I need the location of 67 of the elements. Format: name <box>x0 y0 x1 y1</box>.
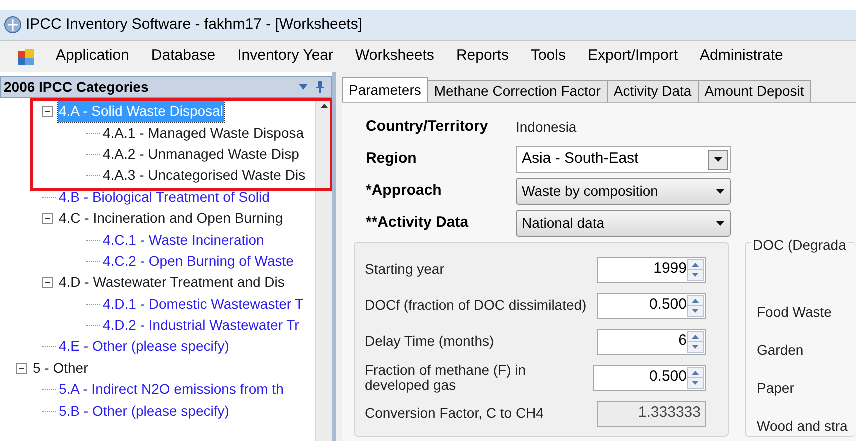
spinner-icon[interactable] <box>687 258 704 280</box>
app-menu-icon[interactable] <box>18 48 34 64</box>
group-item-label: Wood and stra <box>757 417 849 436</box>
tree-item[interactable]: 4.C.1 - Waste Incineration <box>102 230 266 251</box>
menu-item[interactable]: Tools <box>530 45 566 68</box>
group-item-label: Garden <box>757 341 805 360</box>
tree-item[interactable]: 4.A.1 - Managed Waste Disposa <box>102 122 306 144</box>
tree-item[interactable]: 4.A.3 - Uncategorised Waste Dis <box>102 165 307 186</box>
region-combo[interactable]: Asia - South-East <box>516 146 731 173</box>
spinner-icon[interactable] <box>687 366 704 388</box>
tree-item[interactable]: 4.A.2 - Unmanaged Waste Disp <box>102 144 300 165</box>
menu-item[interactable]: Export/Import <box>588 45 678 68</box>
menu-item[interactable]: Reports <box>456 45 509 68</box>
dropdown[interactable]: Waste by composition <box>516 178 731 205</box>
parameter-label: Conversion Factor, C to CH4 <box>365 406 545 421</box>
app-logo-icon <box>4 16 22 34</box>
tree-item[interactable]: 5.B - Other (please specify) <box>58 400 230 422</box>
field-label: Country/Territory <box>366 117 490 138</box>
parameter-label: Fraction of methane (F) in developed gas <box>365 362 528 392</box>
tree-item[interactable]: 5 - Other <box>32 358 90 379</box>
group-item-label: Food Waste <box>757 303 833 322</box>
tab[interactable]: Amount Deposit <box>698 80 812 102</box>
tab[interactable]: Activity Data <box>606 80 699 102</box>
field-label: **Activity Data <box>366 213 470 234</box>
scroll-up-icon[interactable] <box>320 104 328 108</box>
collapse-toggle[interactable] <box>42 277 53 288</box>
caret-icon <box>714 157 722 162</box>
tree-item[interactable]: 4.D.2 - Industrial Wastewater Tr <box>102 315 300 336</box>
menu-item[interactable]: Administrate <box>700 45 784 68</box>
number-field[interactable]: 1999 <box>596 256 706 282</box>
spinner-icon[interactable] <box>687 294 704 316</box>
parameter-label: Starting year <box>365 262 446 277</box>
scrollbar[interactable] <box>315 98 332 441</box>
number-field[interactable]: 0.500 <box>596 292 706 318</box>
caret-icon <box>716 221 725 226</box>
panel-title: 2006 IPCC Categories <box>4 78 149 97</box>
collapse-toggle[interactable] <box>42 213 53 224</box>
pin-icon[interactable] <box>316 81 324 93</box>
menu-item[interactable]: Database <box>151 45 216 68</box>
dropdown[interactable]: National data <box>516 210 731 237</box>
parameter-label: Delay Time (months) <box>365 334 496 349</box>
dropdown-icon[interactable] <box>299 84 308 90</box>
collapse-toggle[interactable] <box>42 106 53 118</box>
parameter-label: DOCf (fraction of DOC dissimilated) <box>365 298 588 313</box>
tree-item[interactable]: 4.C - Incineration and Open Burning <box>58 208 284 230</box>
tree-item[interactable]: 4.B - Biological Treatment of Solid <box>58 186 271 208</box>
number-field[interactable]: 0.500 <box>593 364 706 390</box>
field-label: *Approach <box>366 181 443 202</box>
tree-item[interactable]: 5.A - Indirect N2O emissions from th <box>58 379 285 400</box>
tree-item[interactable]: 4.E - Other (please specify) <box>58 336 230 358</box>
tab[interactable]: Methane Correction Factor <box>427 80 608 102</box>
group-title: DOC (Degrada <box>751 237 848 253</box>
tree-item[interactable]: 4.C.2 - Open Burning of Waste <box>102 250 295 272</box>
window-title: IPCC Inventory Software - fakhm17 - [Worksheets] <box>26 14 363 35</box>
tab[interactable]: Parameters <box>342 77 428 102</box>
spinner-icon[interactable] <box>687 330 704 352</box>
tree-item[interactable]: 4.D - Wastewater Treatment and Dis <box>58 272 286 294</box>
field-label: Region <box>366 149 418 170</box>
menu-item[interactable]: Worksheets <box>356 45 434 68</box>
menu-item[interactable]: Application <box>56 45 130 68</box>
caret-icon <box>716 189 725 194</box>
group-item-label: Paper <box>757 379 796 398</box>
menu-item[interactable]: Inventory Year <box>238 45 334 68</box>
field-value: Indonesia <box>516 118 577 137</box>
collapse-toggle[interactable] <box>16 362 27 374</box>
number-field[interactable]: 6 <box>596 328 706 354</box>
tree-item[interactable]: 4.D.1 - Domestic Wastewaster T <box>102 294 305 315</box>
